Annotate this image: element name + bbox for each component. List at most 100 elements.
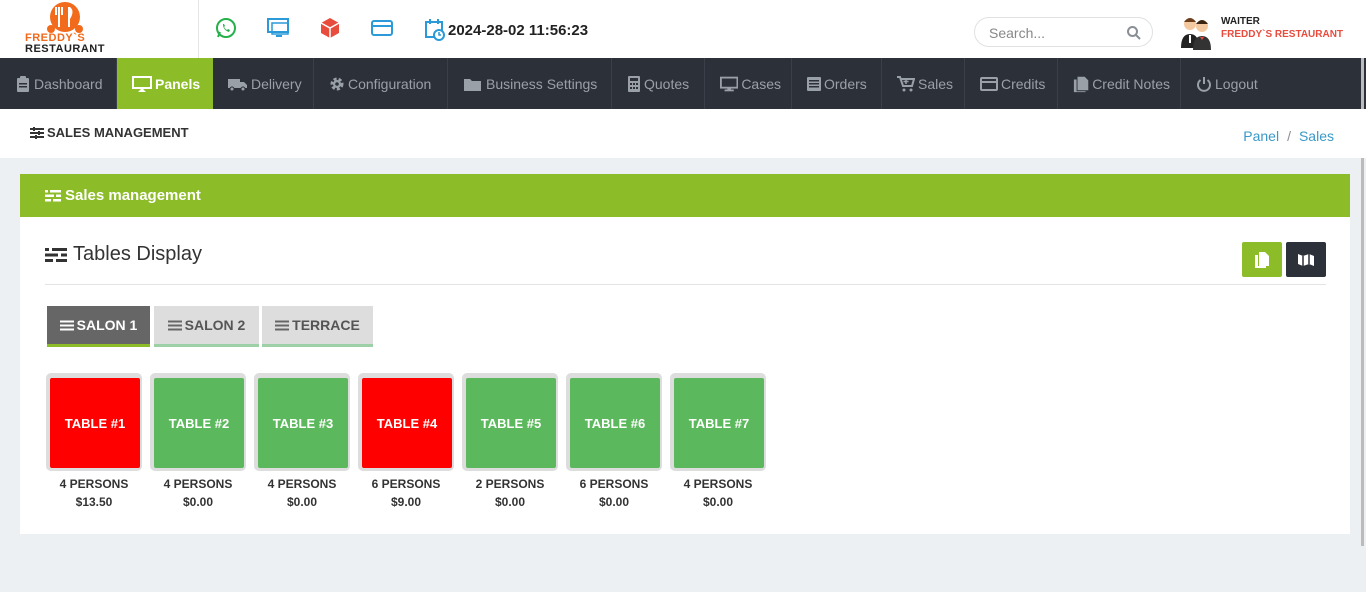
list-icon [807, 76, 821, 91]
tab-terrace[interactable]: TERRACE [262, 306, 373, 347]
power-icon [1197, 76, 1211, 92]
table-info-3: 4 PERSONS $0.00 [254, 475, 350, 511]
brand-subtitle: RESTAURANT [25, 43, 105, 55]
sliders-icon [59, 320, 74, 330]
table-amount: $0.00 [702, 495, 734, 509]
fork-knife-logo-icon [47, 2, 83, 33]
table-info-2: 4 PERSONS $0.00 [150, 475, 246, 511]
sliders-icon [45, 189, 61, 202]
nav-label: Dashboard [34, 75, 103, 92]
table-card-6[interactable]: TABLE #6 [566, 373, 662, 471]
nav-business-settings[interactable]: Business Settings [448, 58, 612, 109]
main-nav: Dashboard Panels Delivery Configuration … [0, 58, 1366, 109]
table-persons: 4 PERSONS [59, 477, 129, 491]
nav-label: Credit Notes [1092, 75, 1170, 92]
table-card-5[interactable]: TABLE #5 [462, 373, 558, 471]
tab-label: SALON 2 [184, 317, 246, 333]
nav-label: Cases [741, 75, 781, 92]
waiter-avatar-icon[interactable] [1180, 14, 1212, 50]
breadcrumb: Panel / Sales [1243, 128, 1334, 144]
sliders-icon [167, 320, 182, 330]
sliders-icon [30, 126, 44, 139]
nav-label: Business Settings [486, 75, 598, 92]
nav-orders[interactable]: Orders [792, 58, 882, 109]
desktop-icon [720, 76, 739, 91]
breadcrumb-sales[interactable]: Sales [1299, 128, 1334, 144]
clipboard-icon [17, 75, 29, 92]
map-icon [1298, 253, 1314, 266]
whatsapp-icon[interactable] [214, 16, 238, 40]
nav-quotes[interactable]: Quotes [612, 58, 705, 109]
gear-icon [330, 77, 344, 90]
tab-label: SALON 1 [76, 317, 138, 333]
card-body: Tables Display SALON 1 SALON 2 TERRACE T… [20, 217, 1350, 534]
box-icon[interactable] [318, 16, 342, 40]
breadcrumb-panel[interactable]: Panel [1243, 128, 1279, 144]
nav-cases[interactable]: Cases [705, 58, 792, 109]
table-tile-free: TABLE #7 [674, 378, 764, 468]
datetime-display: 2024-28-02 11:56:23 [424, 17, 588, 43]
nav-dashboard[interactable]: Dashboard [0, 58, 117, 109]
table-amount: $0.00 [598, 495, 630, 509]
nav-label: Credits [1001, 75, 1046, 92]
brand-logo[interactable]: FREDDY`S RESTAURANT [0, 0, 199, 58]
page-header: SALES MANAGEMENT Panel / Sales [0, 109, 1366, 158]
nav-label: Panels [155, 75, 201, 92]
table-card-7[interactable]: TABLE #7 [670, 373, 766, 471]
table-amount: $0.00 [286, 495, 318, 509]
table-amount: $0.00 [494, 495, 526, 509]
user-role: WAITER [1221, 16, 1260, 27]
table-tile-free: TABLE #3 [258, 378, 348, 468]
table-tile-free: TABLE #5 [466, 378, 556, 468]
tab-salon-1[interactable]: SALON 1 [47, 306, 150, 347]
tab-salon-2[interactable]: SALON 2 [154, 306, 259, 347]
credit-card-quick-icon[interactable] [370, 16, 394, 40]
datetime-text: 2024-28-02 11:56:23 [448, 21, 589, 39]
tab-label: TERRACE [292, 317, 360, 333]
table-persons: 2 PERSONS [475, 477, 545, 491]
calendar-clock-icon [425, 19, 445, 41]
nav-logout[interactable]: Logout [1181, 58, 1273, 109]
tv-icon [132, 75, 152, 92]
card-header: Sales management [20, 174, 1350, 217]
table-persons: 4 PERSONS [163, 477, 233, 491]
export-file-button[interactable] [1242, 242, 1282, 277]
table-persons: 6 PERSONS [371, 477, 441, 491]
search-icon[interactable] [1126, 25, 1142, 41]
truck-icon [228, 78, 247, 91]
nav-label: Orders [824, 75, 867, 92]
table-card-4[interactable]: TABLE #4 [358, 373, 454, 471]
table-card-1[interactable]: TABLE #1 [46, 373, 142, 471]
nav-label: Logout [1215, 75, 1258, 92]
table-info-1: 4 PERSONS $13.50 [46, 475, 142, 511]
nav-configuration[interactable]: Configuration [314, 58, 448, 109]
table-info-7: 4 PERSONS $0.00 [670, 475, 766, 511]
table-info-5: 2 PERSONS $0.00 [462, 475, 558, 511]
layout-view-button[interactable] [1286, 242, 1326, 277]
section-title: Tables Display [45, 243, 202, 266]
nav-delivery[interactable]: Delivery [213, 58, 314, 109]
nav-panels[interactable]: Panels [117, 58, 213, 109]
table-tile-free: TABLE #2 [154, 378, 244, 468]
section-title-text: Tables Display [73, 243, 202, 265]
user-restaurant: FREDDY`S RESTAURANT [1221, 29, 1344, 40]
search-input[interactable] [989, 23, 1129, 43]
table-persons: 6 PERSONS [579, 477, 649, 491]
nav-credits[interactable]: Credits [965, 58, 1058, 109]
sliders-icon [45, 246, 67, 263]
top-header: FREDDY`S RESTAURANT 2024-28-02 11:56:23 [0, 0, 1366, 58]
page-title: SALES MANAGEMENT [30, 125, 189, 140]
page-title-text: SALES MANAGEMENT [47, 125, 189, 140]
table-tile-free: TABLE #6 [570, 378, 660, 468]
nav-label: Sales [918, 75, 954, 92]
document-icon [1255, 251, 1269, 268]
table-amount: $13.50 [75, 495, 113, 509]
breadcrumb-separator: / [1287, 128, 1291, 144]
nav-credit-notes[interactable]: Credit Notes [1058, 58, 1181, 109]
files-icon [1073, 76, 1089, 92]
nav-label: Delivery [251, 75, 302, 92]
table-card-3[interactable]: TABLE #3 [254, 373, 350, 471]
table-card-2[interactable]: TABLE #2 [150, 373, 246, 471]
monitor-icon[interactable] [266, 16, 290, 40]
nav-sales[interactable]: Sales [882, 58, 965, 109]
